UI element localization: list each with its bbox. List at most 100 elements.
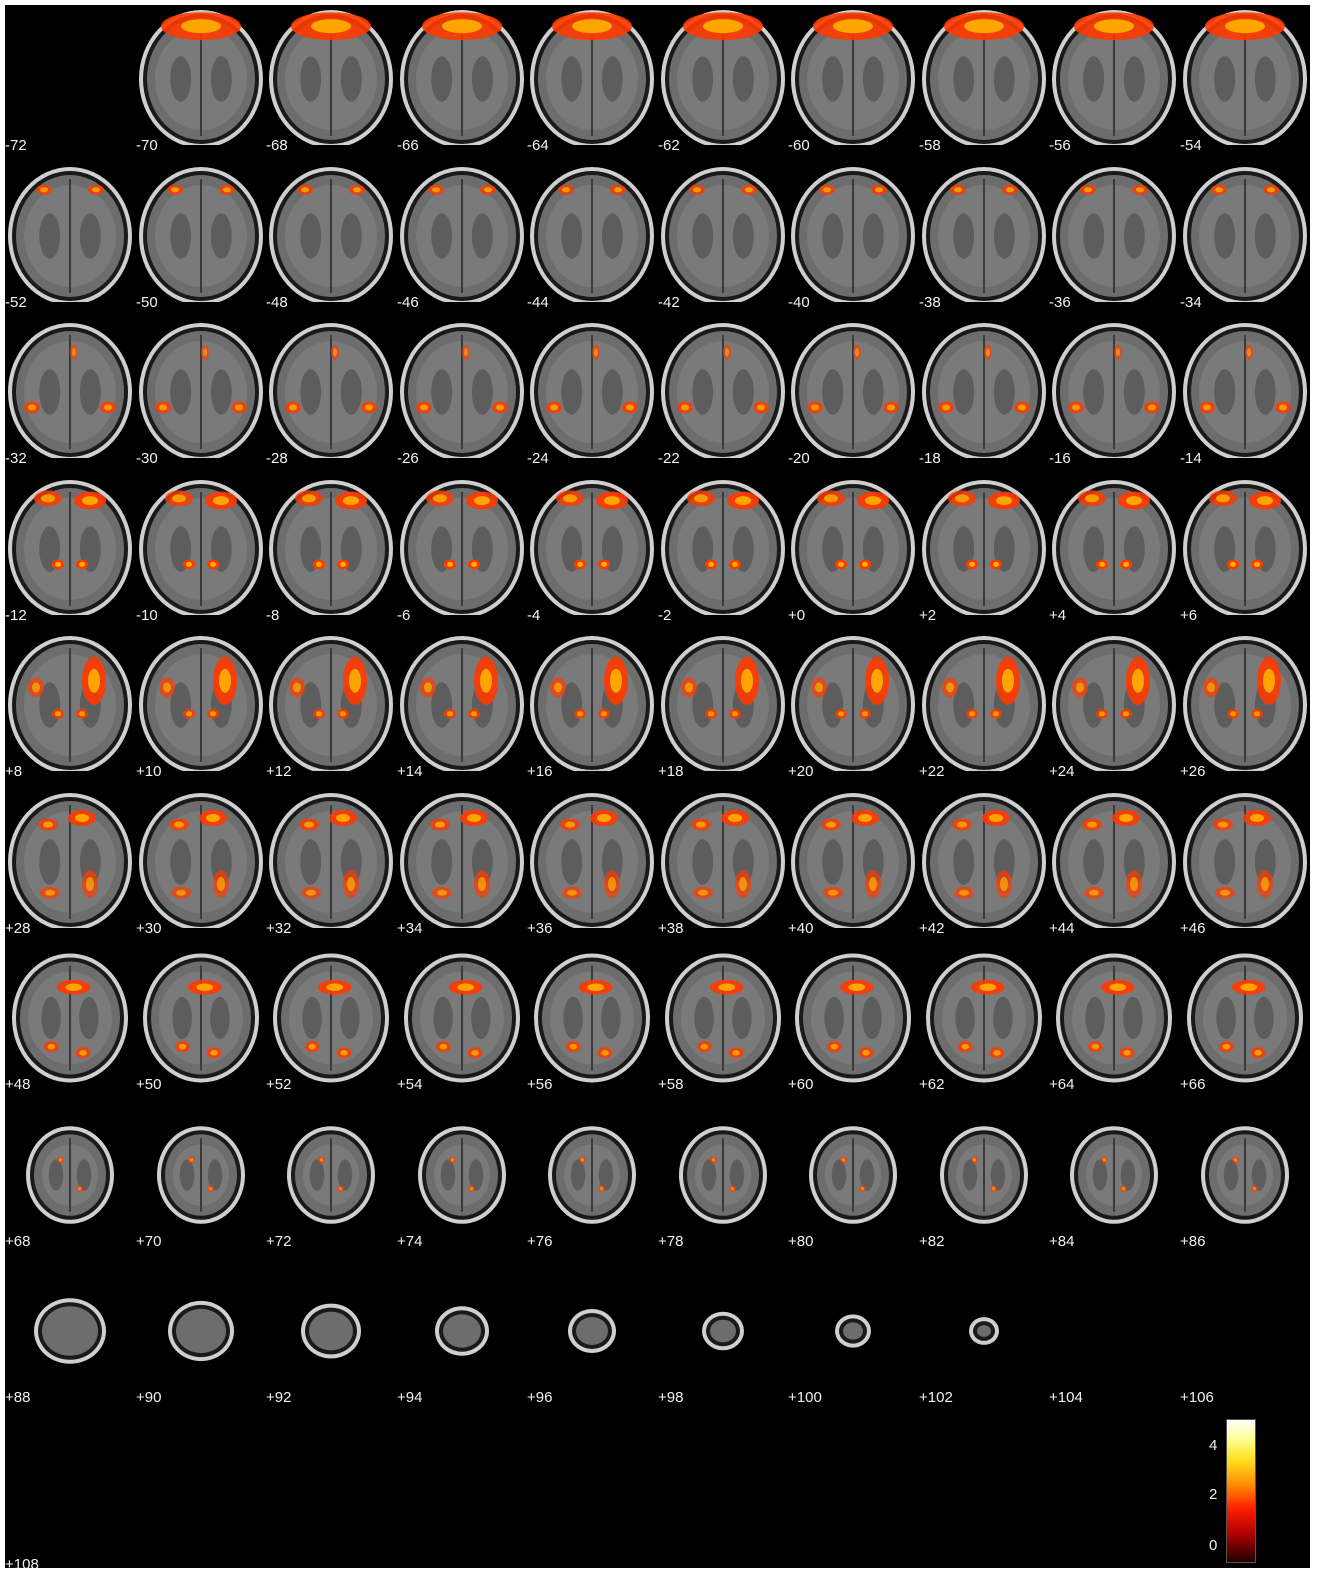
slice-image	[665, 953, 781, 1083]
brain-slice: +62	[919, 944, 1050, 1100]
slice-image	[791, 793, 915, 928]
colorbar-tick-max: 4	[1209, 1437, 1218, 1454]
slice-image	[8, 323, 132, 458]
slice-image	[791, 10, 915, 145]
slice-label: +12	[266, 763, 292, 780]
slice-image	[8, 636, 132, 771]
slice-image	[273, 953, 389, 1083]
slice-label: +104	[1049, 1389, 1083, 1406]
slice-label: -44	[527, 294, 549, 311]
slice-image	[661, 167, 785, 302]
slice-image	[139, 10, 263, 145]
slice-image	[1052, 636, 1176, 771]
slice-image	[702, 1311, 744, 1351]
slice-image	[795, 953, 911, 1083]
slice-image	[1070, 1126, 1158, 1224]
slice-image	[139, 793, 263, 928]
brain-slice: -34	[1180, 162, 1310, 318]
slice-label: -48	[266, 294, 288, 311]
slice-image	[1183, 167, 1307, 302]
slice-image	[418, 1126, 506, 1224]
slice-label: -30	[136, 450, 158, 467]
brain-slice: -4	[527, 475, 658, 631]
slice-image	[661, 10, 785, 145]
colorbar	[1226, 1419, 1256, 1563]
slice-label: +84	[1049, 1233, 1075, 1250]
slice-label: +62	[919, 1076, 945, 1093]
brain-slice: +24	[1049, 631, 1180, 787]
brain-slice: -24	[527, 318, 658, 474]
slice-label: -54	[1180, 137, 1202, 154]
slice-image	[922, 323, 1046, 458]
brain-slice: +54	[397, 944, 528, 1100]
slice-image	[791, 636, 915, 771]
brain-slice: +82	[919, 1101, 1050, 1257]
brain-slice: -60	[788, 5, 919, 161]
slice-label: +44	[1049, 920, 1075, 937]
brain-slice: +72	[266, 1101, 397, 1257]
slice-label: -2	[658, 607, 672, 624]
slice-label: -68	[266, 137, 288, 154]
colorbar-tick-min: 0	[1209, 1537, 1218, 1554]
brain-slice: -38	[919, 162, 1050, 318]
slice-image	[1187, 953, 1303, 1083]
brain-slice: +36	[527, 788, 658, 944]
slice-image	[269, 793, 393, 928]
brain-slice: -58	[919, 5, 1050, 161]
slice-label: +78	[658, 1233, 684, 1250]
slice-label: +80	[788, 1233, 814, 1250]
brain-slice: +58	[658, 944, 789, 1100]
slice-image	[530, 636, 654, 771]
slice-label: +60	[788, 1076, 814, 1093]
brain-slice: -50	[136, 162, 267, 318]
brain-slice: +108	[5, 1414, 136, 1568]
brain-slice: +12	[266, 631, 397, 787]
brain-slice: +64	[1049, 944, 1180, 1100]
slice-label: +58	[658, 1076, 684, 1093]
brain-slice: +0	[788, 475, 919, 631]
slice-image	[922, 636, 1046, 771]
brain-slice: -32	[5, 318, 136, 474]
slice-label: +48	[5, 1076, 31, 1093]
slice-label: +8	[5, 763, 23, 780]
slice-image	[534, 953, 650, 1083]
slice-image	[139, 167, 263, 302]
slice-label: +56	[527, 1076, 553, 1093]
slice-image	[301, 1303, 361, 1359]
slice-label: -70	[136, 137, 158, 154]
slice-image	[1052, 323, 1176, 458]
brain-slice: +32	[266, 788, 397, 944]
slice-label: +108	[5, 1556, 39, 1568]
slice-label: -10	[136, 607, 158, 624]
brain-slice: +20	[788, 631, 919, 787]
brain-slice: +92	[266, 1257, 397, 1413]
brain-slice: +40	[788, 788, 919, 944]
slice-image	[1052, 793, 1176, 928]
brain-slice: +70	[136, 1101, 267, 1257]
slice-label: +68	[5, 1233, 31, 1250]
slice-label: -38	[919, 294, 941, 311]
slice-label: -22	[658, 450, 680, 467]
slice-label: -42	[658, 294, 680, 311]
brain-slice: +28	[5, 788, 136, 944]
slice-image	[287, 1126, 375, 1224]
slice-label: +26	[1180, 763, 1206, 780]
slice-image	[139, 323, 263, 458]
brain-slice: +6	[1180, 475, 1310, 631]
slice-label: +40	[788, 920, 814, 937]
slice-label: +90	[136, 1389, 162, 1406]
brain-slice: +22	[919, 631, 1050, 787]
slice-image	[1183, 10, 1307, 145]
slice-image	[661, 793, 785, 928]
brain-slice: +98	[658, 1257, 789, 1413]
slice-label: -72	[5, 137, 27, 154]
slice-label: +98	[658, 1389, 684, 1406]
slice-image	[400, 167, 524, 302]
slice-label: -24	[527, 450, 549, 467]
slice-image	[548, 1126, 636, 1224]
brain-slice: +48	[5, 944, 136, 1100]
slice-image	[8, 167, 132, 302]
slice-image	[157, 1126, 245, 1224]
slice-image	[168, 1300, 234, 1362]
slice-label: +46	[1180, 920, 1206, 937]
